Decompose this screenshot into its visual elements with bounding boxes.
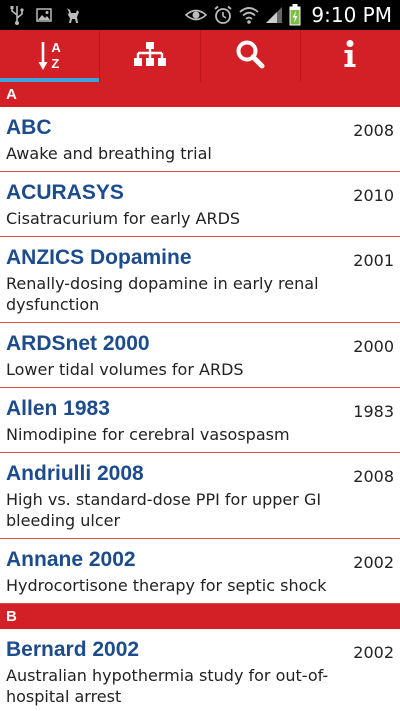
trial-list-item[interactable]: Annane 2002 2002 Hydrocortisone therapy fo… <box>0 539 400 604</box>
trial-list-item[interactable]: ABC 2008 Awake and breathing trial <box>0 107 400 172</box>
trial-year: 1983 <box>353 402 394 421</box>
status-time: 9:10 PM <box>311 3 392 27</box>
trial-year: 2001 <box>353 251 394 270</box>
trial-year: 2008 <box>353 121 394 140</box>
section-header-b: B <box>0 604 400 629</box>
alarm-icon <box>213 5 233 25</box>
trial-list-item[interactable]: ANZICS Dopamine 2001 Renally-dosing dopami… <box>0 237 400 323</box>
wifi-icon <box>239 6 260 24</box>
status-bar: 9:10 PM <box>0 0 400 30</box>
trial-description: Lower tidal volumes for ARDS <box>6 360 244 379</box>
tab-search[interactable] <box>201 30 301 82</box>
trial-year: 2000 <box>353 337 394 356</box>
trial-description: Renally-dosing dopamine in early renal d… <box>6 274 319 314</box>
tab-categories[interactable] <box>100 30 201 82</box>
trial-name: ANZICS Dopamine <box>6 246 192 269</box>
trial-list[interactable]: A ABC 2008 Awake and breathing trial ACURASY… <box>0 82 400 711</box>
trial-name: ABC <box>6 116 52 139</box>
eye-icon <box>185 7 208 23</box>
trial-name: Annane 2002 <box>6 548 136 571</box>
trial-name: Bernard 2002 <box>6 638 140 661</box>
tab-info[interactable] <box>301 30 400 82</box>
trial-description: High vs. standard-dose PPI for upper GI … <box>6 490 322 530</box>
image-icon <box>36 7 52 23</box>
trial-list-item[interactable]: ACURASYS 2010 Cisatracurium for early ARDS <box>0 172 400 237</box>
search-icon <box>235 39 265 73</box>
hierarchy-icon <box>133 41 166 71</box>
trial-name: ARDSnet 2000 <box>6 332 150 355</box>
trial-name: ACURASYS <box>6 181 124 204</box>
section-header-a: A <box>0 82 400 107</box>
trial-list-item[interactable]: Bernard 2002 2002 Australian hypothermia s… <box>0 629 400 711</box>
battery-charging-icon <box>289 4 301 26</box>
trial-list-item[interactable]: Allen 1983 1983 Nimodipine for cerebral va… <box>0 388 400 453</box>
tab-bar: A Z <box>0 30 400 82</box>
cat-icon <box>64 6 82 24</box>
trial-description: Hydrocortisone therapy for septic shock <box>6 576 327 595</box>
trial-year: 2002 <box>353 643 394 662</box>
trial-description: Australian hypothermia study for out-of-… <box>6 666 329 706</box>
trial-year: 2010 <box>353 186 394 205</box>
trial-description: Awake and breathing trial <box>6 144 212 163</box>
sort-az-icon: A Z <box>38 40 61 71</box>
trial-year: 2008 <box>353 467 394 486</box>
trial-name: Andriulli 2008 <box>6 462 144 485</box>
usb-icon <box>10 5 24 25</box>
sort-label-a: A <box>51 40 61 55</box>
trial-list-item[interactable]: ARDSnet 2000 2000 Lower tidal volumes for … <box>0 323 400 388</box>
tab-alphabetical[interactable]: A Z <box>0 30 101 82</box>
trial-year: 2002 <box>353 553 394 572</box>
trial-description: Nimodipine for cerebral vasospasm <box>6 425 290 444</box>
trial-description: Cisatracurium for early ARDS <box>6 209 241 228</box>
signal-icon <box>265 6 283 24</box>
trial-name: Allen 1983 <box>6 397 110 420</box>
sort-label-z: Z <box>51 56 60 71</box>
info-icon <box>343 40 357 72</box>
trial-list-item[interactable]: Andriulli 2008 2008 High vs. standard-dose… <box>0 453 400 539</box>
